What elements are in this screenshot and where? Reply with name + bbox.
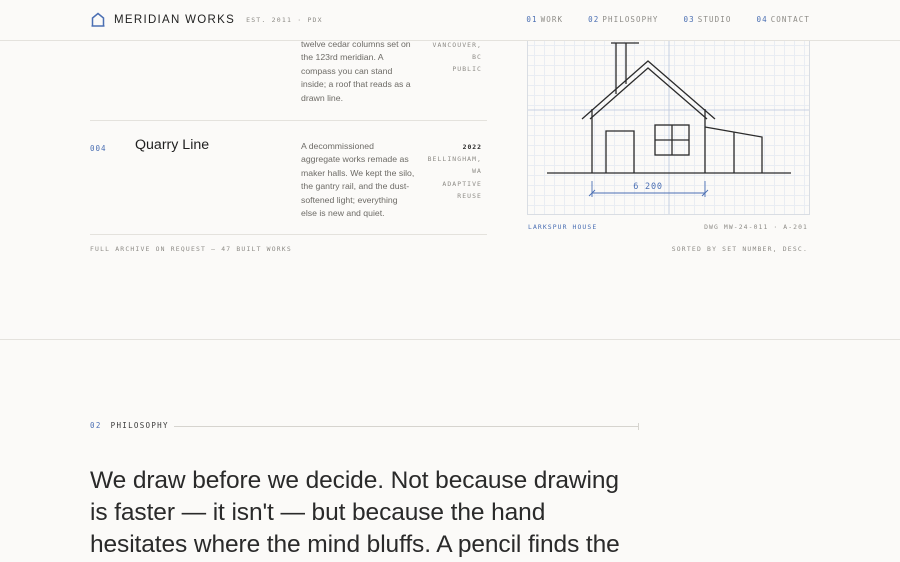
desc-line: inside; a roof that reads as a (301, 79, 411, 90)
door (605, 130, 635, 173)
work-row-title[interactable]: Quarry Line (135, 137, 209, 153)
nav-item-philosophy[interactable]: 02 PHILOSOPHY (588, 15, 658, 24)
desc-line: softened light; everything (301, 194, 398, 205)
house-logo-icon (91, 12, 105, 27)
nav-number: 02 (588, 15, 600, 24)
nav-label: STUDIO (697, 15, 732, 24)
nav-number: 03 (683, 15, 695, 24)
archive-note: FULL ARCHIVE ON REQUEST — 47 BUILT WORKS (90, 245, 292, 253)
desc-line: else is new and quiet. (301, 208, 385, 219)
drawing-title: LARKSPUR HOUSE (528, 223, 598, 231)
meta-line: ADAPTIVE (442, 179, 482, 188)
main-nav: 01 WORK 02 PHILOSOPHY 03 STUDIO 04 CONTACT (526, 15, 810, 24)
nav-label: CONTACT (770, 15, 810, 24)
work-row-year: 2022 (462, 143, 482, 151)
nav-number: 01 (526, 15, 538, 24)
site-header: MERIDIAN WORKS EST. 2011 · PDX 01 WORK 02… (0, 0, 900, 41)
work-row-number: 004 (90, 144, 107, 153)
work-row-previous-meta: VANCOUVER, BC PUBLIC (433, 39, 482, 76)
roof-inner (589, 67, 708, 120)
work-row-meta: 2022 BELLINGHAM, WA ADAPTIVE REUSE (428, 141, 482, 202)
brand-established: EST. 2011 · PDX (246, 15, 323, 24)
desc-line: aggregate works remade as (301, 154, 409, 165)
brand-name: MERIDIAN WORKS (114, 13, 236, 26)
work-row-previous-description: twelve cedar columns set on the 123rd me… (301, 38, 426, 105)
section-label-text: PHILOSOPHY (110, 421, 169, 430)
section-number: 02 (90, 421, 102, 430)
meta-line: WA (472, 167, 482, 176)
quote-line: hesitates where the mind bluffs. A penci… (90, 531, 620, 558)
quote-line: We draw before we decide. Not because dr… (90, 467, 619, 494)
desc-line: drawn line. (301, 92, 344, 103)
nav-item-work[interactable]: 01 WORK (526, 15, 563, 24)
work-row-description: A decommissioned aggregate works remade … (301, 140, 426, 220)
meta-line: BELLINGHAM, (427, 155, 482, 164)
nav-item-studio[interactable]: 03 STUDIO (684, 15, 732, 24)
meta-line: PUBLIC (452, 65, 482, 74)
section-label-philosophy: 02 PHILOSOPHY (90, 421, 169, 430)
philosophy-quote: We draw before we decide. Not because dr… (90, 465, 650, 561)
desc-line: the 123rd meridian. A (301, 52, 384, 63)
nav-item-contact[interactable]: 04 CONTACT (756, 15, 810, 24)
quote-line: is faster — it isn't — but because the h… (90, 499, 546, 526)
sort-note: SORTED BY SET NUMBER, DESC. (671, 245, 808, 253)
nav-number: 04 (756, 15, 768, 24)
nav-label: WORK (540, 15, 564, 24)
desc-line: compass you can stand (301, 65, 393, 76)
section-rule-line (174, 423, 639, 430)
row-divider (90, 120, 487, 121)
nav-label: PHILOSOPHY (602, 15, 659, 24)
meta-line: BC (472, 53, 482, 62)
desc-line: maker halls. We kept the silo, (301, 167, 415, 178)
dimension-label: 6 200 (633, 182, 663, 192)
meta-line: REUSE (457, 191, 482, 200)
brand[interactable]: MERIDIAN WORKS EST. 2011 · PDX (91, 12, 323, 27)
faded-text (683, 422, 688, 430)
row-divider (90, 234, 487, 235)
house-elevation-drawing: 6 200 (528, 39, 809, 214)
architectural-drawing: 6 200 (527, 38, 810, 215)
desc-line: A decommissioned (301, 141, 374, 151)
drawing-number: DWG MW-24-011 · A-201 (704, 223, 808, 231)
section-divider (0, 339, 900, 340)
desc-line: the gantry rail, and the dust- (301, 181, 410, 192)
